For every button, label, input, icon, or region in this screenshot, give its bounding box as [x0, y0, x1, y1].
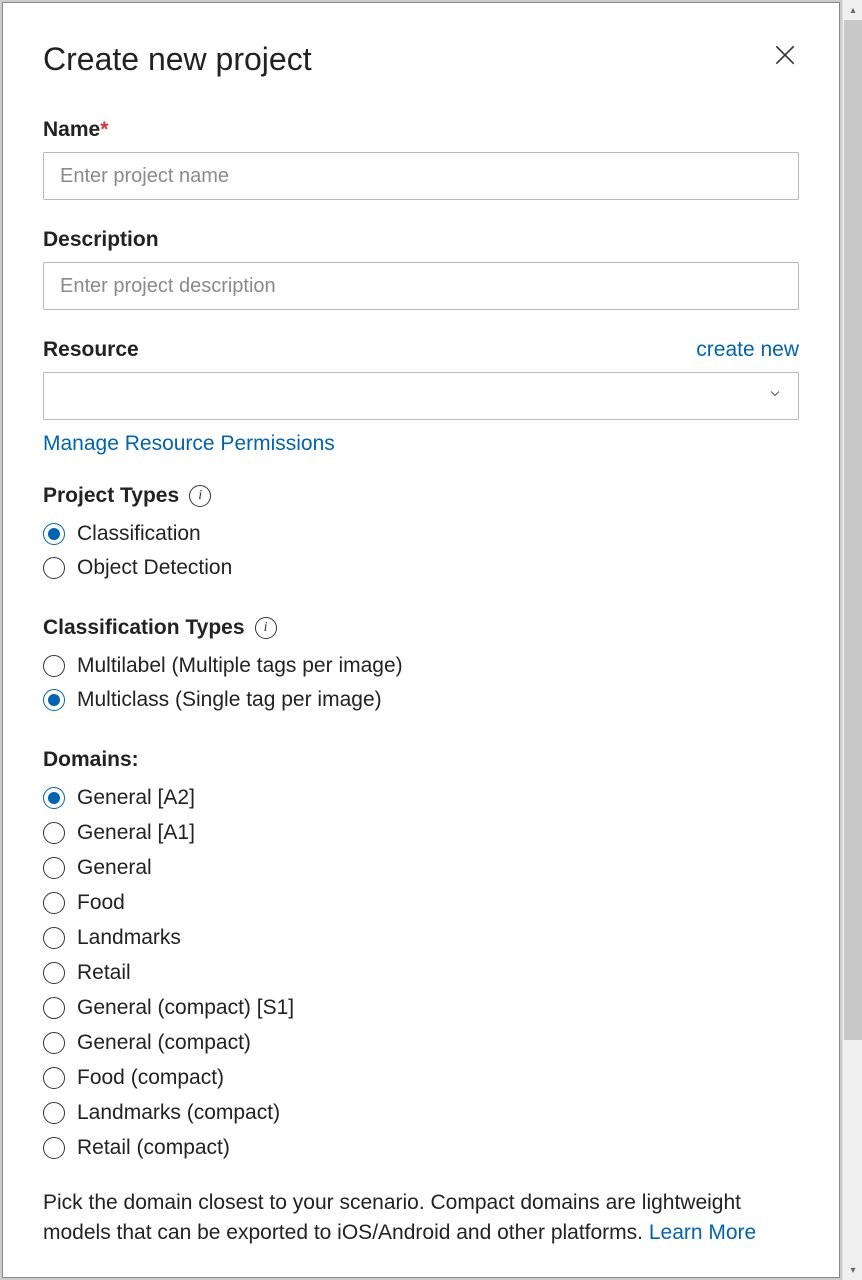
radio-icon — [43, 1032, 65, 1054]
domain-option[interactable]: Retail — [43, 961, 799, 985]
name-label-text: Name — [43, 118, 100, 141]
project-type-option[interactable]: Classification — [43, 522, 799, 546]
radio-icon — [43, 523, 65, 545]
domains-helper-text: Pick the domain closest to your scenario… — [43, 1188, 799, 1249]
name-label: Name* — [43, 118, 799, 142]
project-types-title: Project Types — [43, 484, 179, 508]
close-icon — [772, 42, 798, 68]
resource-select[interactable] — [43, 372, 799, 420]
domains-section: Domains: General [A2]General [A1]General… — [43, 748, 799, 1249]
radio-icon — [43, 1067, 65, 1089]
description-field-group: Description — [43, 228, 799, 310]
domains-title: Domains: — [43, 748, 139, 772]
domain-option[interactable]: General — [43, 856, 799, 880]
radio-icon — [43, 962, 65, 984]
scrollbar-thumb[interactable] — [844, 20, 862, 1040]
learn-more-link[interactable]: Learn More — [649, 1221, 756, 1244]
scrollbar-up-arrow-icon[interactable]: ▴ — [843, 0, 862, 20]
project-type-option-label: Object Detection — [77, 556, 232, 580]
create-project-modal: Create new project Name* Description Res… — [2, 2, 840, 1278]
classification-types-radio-group: Multilabel (Multiple tags per image) Mult… — [43, 654, 799, 712]
radio-icon — [43, 822, 65, 844]
classification-types-header: Classification Types i — [43, 616, 799, 640]
domain-option-label: Retail (compact) — [77, 1136, 230, 1160]
radio-icon — [43, 1137, 65, 1159]
modal-title: Create new project — [43, 41, 312, 78]
radio-icon — [43, 689, 65, 711]
domains-helper-text-body: Pick the domain closest to your scenario… — [43, 1191, 741, 1244]
domain-option-label: General (compact) [S1] — [77, 996, 294, 1020]
radio-icon — [43, 997, 65, 1019]
info-icon[interactable]: i — [255, 617, 277, 639]
radio-icon — [43, 927, 65, 949]
domain-option-label: General — [77, 856, 152, 880]
classification-types-title: Classification Types — [43, 616, 245, 640]
domain-option[interactable]: Landmarks (compact) — [43, 1101, 799, 1125]
description-input[interactable] — [43, 262, 799, 310]
domains-radio-group: General [A2] General [A1] General Food Landm… — [43, 786, 799, 1160]
project-types-header: Project Types i — [43, 484, 799, 508]
project-type-option-label: Classification — [77, 522, 201, 546]
close-button[interactable] — [771, 41, 799, 69]
scrollbar-track[interactable]: ▴ ▾ — [842, 0, 862, 1280]
radio-icon — [43, 1102, 65, 1124]
domain-option[interactable]: General [A1] — [43, 821, 799, 845]
project-types-radio-group: Classification Object Detection — [43, 522, 799, 580]
domain-option-label: Retail — [77, 961, 131, 985]
modal-header: Create new project — [43, 41, 799, 78]
resource-select-wrapper — [43, 372, 799, 420]
classification-types-section: Classification Types i Multilabel (Multi… — [43, 616, 799, 712]
domain-option[interactable]: Landmarks — [43, 926, 799, 950]
domain-option[interactable]: Food — [43, 891, 799, 915]
radio-icon — [43, 557, 65, 579]
domain-option-label: General (compact) — [77, 1031, 251, 1055]
create-new-resource-link[interactable]: create new — [696, 338, 799, 362]
radio-icon — [43, 857, 65, 879]
resource-label: Resource — [43, 338, 139, 362]
radio-icon — [43, 892, 65, 914]
name-field-group: Name* — [43, 118, 799, 200]
classification-type-option[interactable]: Multilabel (Multiple tags per image) — [43, 654, 799, 678]
domains-header: Domains: — [43, 748, 799, 772]
name-input[interactable] — [43, 152, 799, 200]
classification-type-option-label: Multiclass (Single tag per image) — [77, 688, 382, 712]
required-star: * — [100, 118, 108, 141]
manage-resource-permissions-link[interactable]: Manage Resource Permissions — [43, 432, 335, 456]
domain-option-label: General [A2] — [77, 786, 195, 810]
domain-option[interactable]: General (compact) [S1] — [43, 996, 799, 1020]
domain-option-label: Food (compact) — [77, 1066, 224, 1090]
domain-option-label: Landmarks — [77, 926, 181, 950]
radio-icon — [43, 655, 65, 677]
domain-option[interactable]: General [A2] — [43, 786, 799, 810]
domain-option-label: General [A1] — [77, 821, 195, 845]
info-icon[interactable]: i — [189, 485, 211, 507]
resource-label-row: Resource create new — [43, 338, 799, 362]
radio-icon — [43, 787, 65, 809]
resource-field-group: Resource create new Manage Resource Perm… — [43, 338, 799, 456]
domain-option[interactable]: Food (compact) — [43, 1066, 799, 1090]
domain-option[interactable]: Retail (compact) — [43, 1136, 799, 1160]
domain-option[interactable]: General (compact) — [43, 1031, 799, 1055]
classification-type-option[interactable]: Multiclass (Single tag per image) — [43, 688, 799, 712]
domain-option-label: Food — [77, 891, 125, 915]
description-label: Description — [43, 228, 799, 252]
project-type-option[interactable]: Object Detection — [43, 556, 799, 580]
scrollbar-down-arrow-icon[interactable]: ▾ — [843, 1260, 862, 1280]
project-types-section: Project Types i Classification Object Det… — [43, 484, 799, 580]
domain-option-label: Landmarks (compact) — [77, 1101, 280, 1125]
classification-type-option-label: Multilabel (Multiple tags per image) — [77, 654, 403, 678]
